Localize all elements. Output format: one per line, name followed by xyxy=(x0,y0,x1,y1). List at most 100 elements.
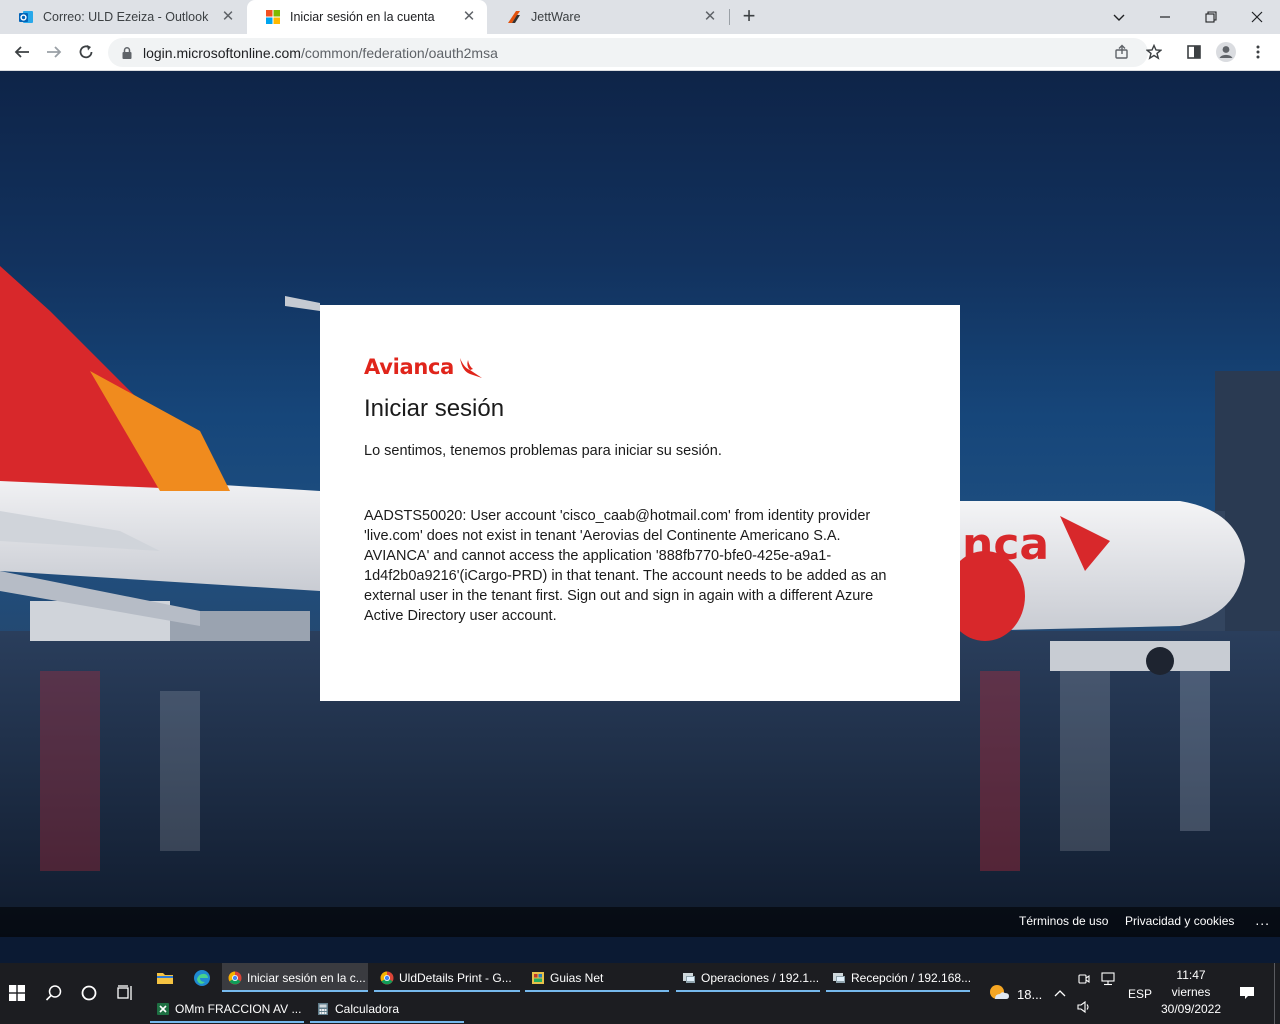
network-button[interactable] xyxy=(1096,967,1120,991)
tab-bar: Correo: ULD Ezeiza - Outlook ✕ Iniciar s… xyxy=(0,0,1280,34)
task-chrome-uld-details[interactable]: UldDetails Print - G... xyxy=(374,963,520,992)
task-indicator xyxy=(222,990,368,992)
close-tab-icon[interactable]: ✕ xyxy=(220,9,236,25)
url-text: login.microsoftonline.com/common/federat… xyxy=(143,44,498,61)
start-button[interactable] xyxy=(1,978,33,1008)
task-indicator xyxy=(525,990,669,992)
cortana-icon xyxy=(81,985,97,1001)
back-button[interactable] xyxy=(8,38,36,66)
clock-day: viernes xyxy=(1171,985,1211,999)
clock[interactable]: 11:47 viernes 30/09/2022 xyxy=(1158,967,1224,1018)
error-details: AADSTS50020: User account 'cisco_caab@ho… xyxy=(364,508,887,624)
show-desktop-button[interactable] xyxy=(1274,963,1275,1024)
minimize-icon[interactable] xyxy=(1142,0,1188,34)
logo-wordmark: Avianca xyxy=(364,355,455,379)
tab-iniciar-sesion[interactable]: Iniciar sesión en la cuenta ✕ xyxy=(247,0,487,34)
browser-toolbar: login.microsoftonline.com/common/federat… xyxy=(0,34,1280,71)
avianca-bird-icon xyxy=(460,358,483,378)
reload-icon xyxy=(79,45,93,59)
app-icon xyxy=(532,971,544,984)
task-view-button[interactable] xyxy=(109,978,141,1008)
chrome-icon xyxy=(380,971,394,984)
more-vert-icon xyxy=(1256,45,1260,59)
task-label: Recepción / 192.168.... xyxy=(851,970,970,985)
weather-widget[interactable] xyxy=(983,978,1015,1008)
company-logo: Avianca xyxy=(364,349,916,385)
task-chrome-iniciar-sesion[interactable]: Iniciar sesión en la c... xyxy=(222,963,368,992)
jettware-icon xyxy=(508,11,520,23)
outlook-icon xyxy=(19,11,33,23)
file-explorer-button[interactable] xyxy=(149,963,181,993)
task-label: UldDetails Print - G... xyxy=(399,970,512,985)
task-recepcion[interactable]: Recepción / 192.168.... xyxy=(826,963,970,992)
new-tab-button[interactable]: + xyxy=(737,5,761,29)
star-icon xyxy=(1146,44,1162,60)
browser-menu-button[interactable] xyxy=(1244,38,1272,66)
task-operaciones[interactable]: Operaciones / 192.1... xyxy=(676,963,820,992)
cortana-button[interactable] xyxy=(73,978,105,1008)
windows-logo-icon xyxy=(9,985,25,1001)
terms-link[interactable]: Términos de uso xyxy=(1019,914,1108,928)
bookmark-button[interactable] xyxy=(1140,38,1168,66)
weather-partly-cloudy-icon xyxy=(990,985,1009,999)
tab-jettware[interactable]: JettWare ✕ xyxy=(488,0,728,34)
arrow-left-icon xyxy=(14,46,29,58)
network-icon xyxy=(1101,972,1115,986)
edge-icon xyxy=(194,970,210,986)
task-label: Iniciar sesión en la c... xyxy=(247,970,366,985)
task-label: OMm FRACCION AV ... xyxy=(175,1001,302,1016)
remote-desktop-icon xyxy=(833,972,845,983)
share-button[interactable] xyxy=(1108,38,1136,66)
sign-in-card: Avianca Iniciar sesión Lo sentimos, tene… xyxy=(320,305,960,701)
weather-temperature: 18... xyxy=(1017,987,1043,1002)
volume-button[interactable] xyxy=(1072,995,1096,1019)
volume-icon xyxy=(1077,1000,1089,1014)
error-summary: Lo sentimos, tenemos problemas para inic… xyxy=(364,443,722,459)
task-view-icon xyxy=(117,985,132,1000)
reload-button[interactable] xyxy=(72,38,100,66)
task-guias-net[interactable]: Guias Net xyxy=(525,963,669,992)
task-label: Operaciones / 192.1... xyxy=(701,970,820,985)
tab-search-icon[interactable] xyxy=(1096,0,1142,34)
profile-button[interactable] xyxy=(1212,38,1240,66)
microsoft-icon xyxy=(266,10,280,24)
task-calculadora[interactable]: Calculadora xyxy=(310,994,464,1023)
notification-icon xyxy=(1240,987,1254,999)
task-indicator xyxy=(150,1021,304,1023)
folder-icon xyxy=(157,973,173,984)
task-indicator xyxy=(310,1021,464,1023)
meet-now-button[interactable] xyxy=(1072,967,1096,991)
excel-icon xyxy=(157,1002,169,1015)
clock-date: 30/09/2022 xyxy=(1160,1002,1222,1016)
restore-icon[interactable] xyxy=(1188,0,1234,34)
task-label: Calculadora xyxy=(335,1001,400,1016)
page-footer: Términos de uso Privacidad y cookies ... xyxy=(0,907,1280,937)
notifications-button[interactable] xyxy=(1231,978,1263,1008)
search-button[interactable] xyxy=(38,978,70,1008)
windows-taskbar: Iniciar sesión en la c... UldDetails Pri… xyxy=(0,963,1280,1024)
arrow-right-icon xyxy=(47,46,62,58)
chevron-up-icon xyxy=(1054,990,1066,997)
task-indicator xyxy=(374,990,520,992)
forward-button[interactable] xyxy=(40,38,68,66)
share-icon xyxy=(1115,44,1128,59)
edge-button[interactable] xyxy=(186,963,218,993)
address-bar[interactable]: login.microsoftonline.com/common/federat… xyxy=(108,38,1148,67)
tab-outlook[interactable]: Correo: ULD Ezeiza - Outlook ✕ xyxy=(0,0,246,34)
close-tab-icon[interactable]: ✕ xyxy=(702,9,718,25)
task-indicator xyxy=(676,990,820,992)
task-indicator xyxy=(826,990,970,992)
close-window-icon[interactable] xyxy=(1234,0,1280,34)
tab-label: JettWare xyxy=(531,10,581,24)
side-panel-button[interactable] xyxy=(1180,38,1208,66)
more-options-button[interactable]: ... xyxy=(1255,912,1270,928)
task-excel-fraccion[interactable]: OMm FRACCION AV ... xyxy=(150,994,304,1023)
calculator-icon xyxy=(318,1002,328,1015)
input-language[interactable]: ESP xyxy=(1128,987,1152,1001)
privacy-link[interactable]: Privacidad y cookies xyxy=(1125,914,1234,928)
close-tab-icon[interactable]: ✕ xyxy=(461,9,477,25)
sign-in-page: nca Avianca Iniciar sesión Lo sentimos, … xyxy=(0,71,1280,937)
tab-label: Correo: ULD Ezeiza - Outlook xyxy=(43,10,209,24)
page-title: Iniciar sesión xyxy=(364,395,505,422)
tab-label: Iniciar sesión en la cuenta xyxy=(290,10,435,24)
